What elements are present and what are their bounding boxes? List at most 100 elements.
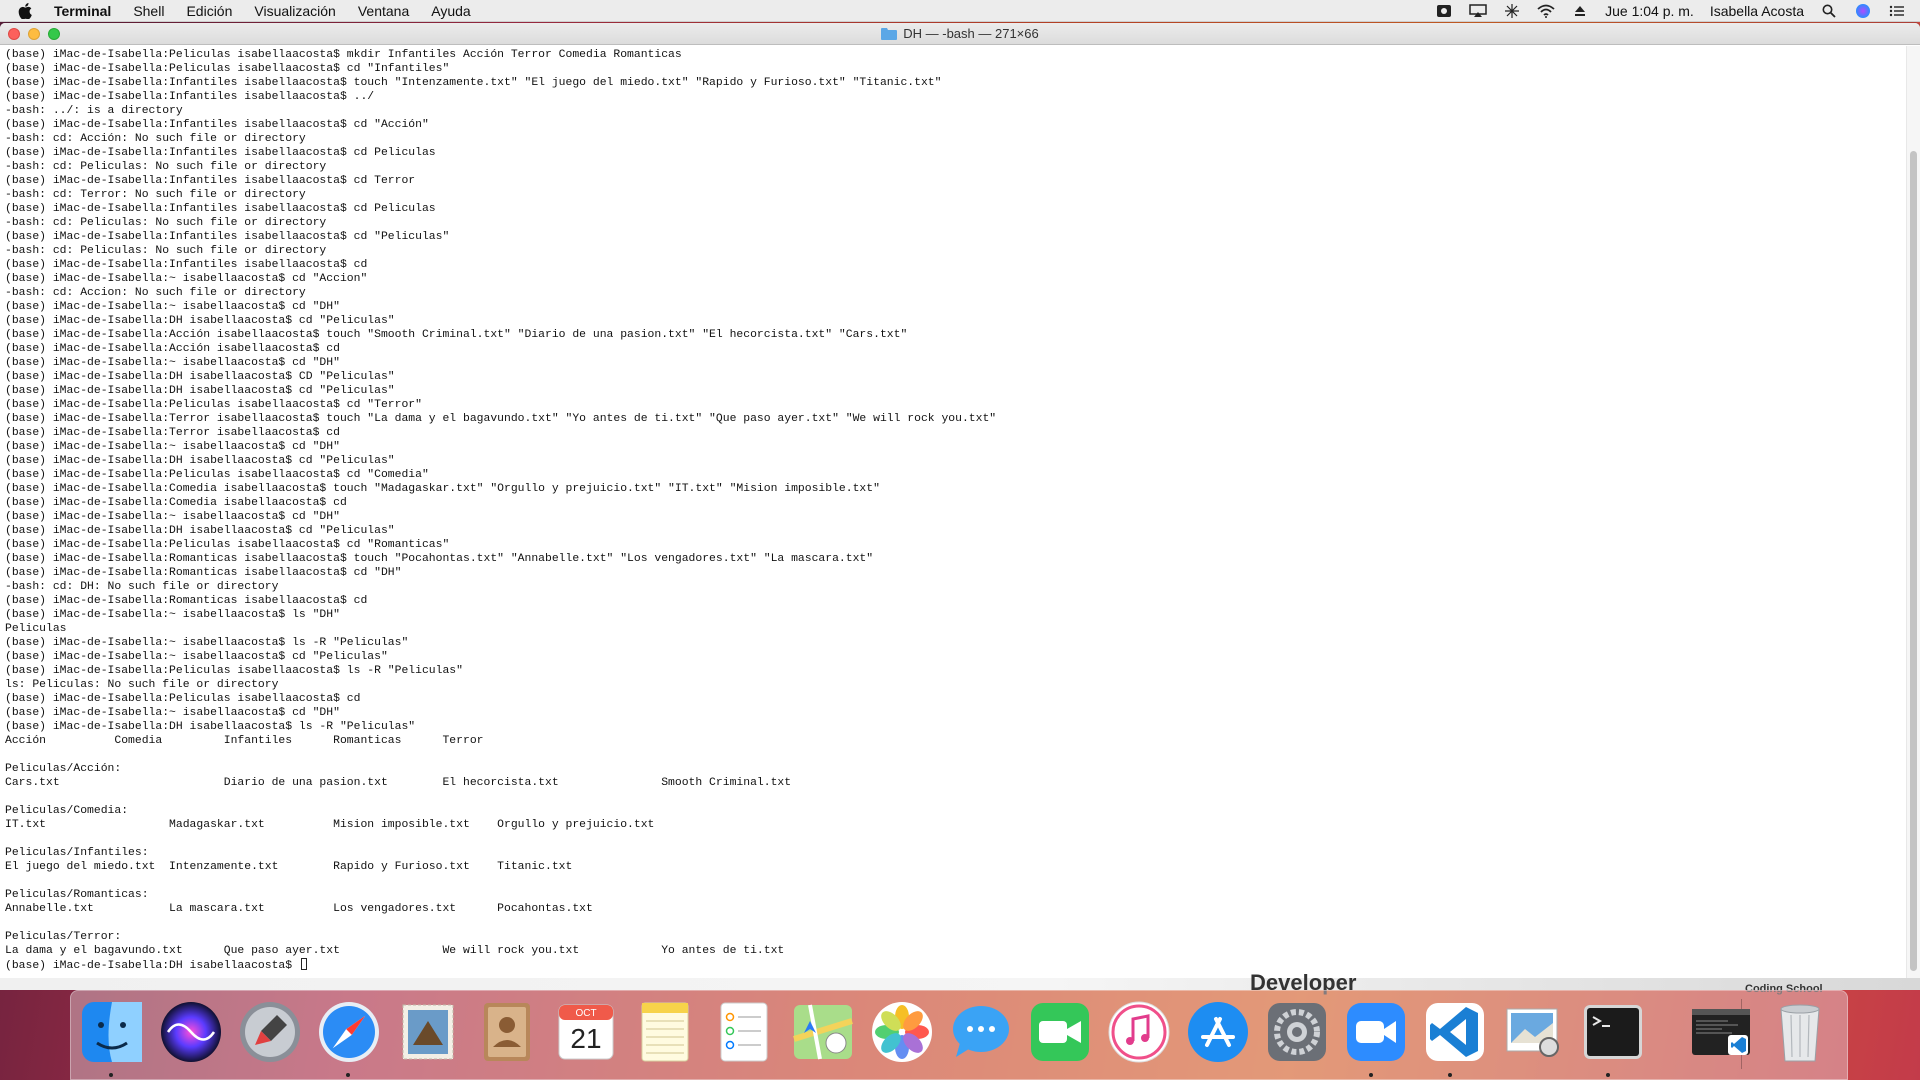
network-status-icon[interactable] xyxy=(1503,3,1521,19)
terminal-line: (base) iMac-de-Isabella:Peliculas isabel… xyxy=(5,693,361,705)
terminal-line: -bash: cd: DH: No such file or directory xyxy=(5,581,279,593)
menu-shell[interactable]: Shell xyxy=(133,3,164,19)
terminal-window-icon[interactable] xyxy=(1688,999,1754,1065)
calendar-day: 21 xyxy=(570,1023,602,1054)
folder-icon xyxy=(881,27,898,40)
menubar-user[interactable]: Isabella Acosta xyxy=(1710,3,1804,19)
terminal-line: (base) iMac-de-Isabella:Terror isabellaa… xyxy=(5,413,997,425)
terminal-line: (base) iMac-de-Isabella:Peliculas isabel… xyxy=(5,469,429,481)
terminal-line: (base) iMac-de-Isabella:~ isabellaacosta… xyxy=(5,651,388,663)
terminal-line: (base) iMac-de-Isabella:~ isabellaacosta… xyxy=(5,441,340,453)
preview-icon[interactable] xyxy=(1501,999,1567,1065)
terminal-line: -bash: cd: Acción: No such file or direc… xyxy=(5,133,306,145)
itunes-icon[interactable] xyxy=(1106,999,1172,1065)
terminal-line: (base) iMac-de-Isabella:Terror isabellaa… xyxy=(5,427,340,439)
minimize-window-button[interactable] xyxy=(28,28,40,40)
maximize-window-button[interactable] xyxy=(48,28,60,40)
terminal-line: Peliculas/Infantiles: xyxy=(5,847,149,859)
terminal-line: (base) iMac-de-Isabella:DH isabellaacost… xyxy=(5,721,416,733)
facetime-icon[interactable] xyxy=(1027,999,1093,1065)
siri-menubar-icon[interactable] xyxy=(1854,3,1872,19)
menu-ventana[interactable]: Ventana xyxy=(358,3,409,19)
terminal-line: (base) iMac-de-Isabella:Peliculas isabel… xyxy=(5,63,450,75)
terminal-line: (base) iMac-de-Isabella:~ isabellaacosta… xyxy=(5,273,368,285)
terminal-line: Annabelle.txt La mascara.txt Los vengado… xyxy=(5,903,593,915)
background-window-strip xyxy=(0,978,1920,990)
terminal-line: (base) iMac-de-Isabella:Peliculas isabel… xyxy=(5,49,682,61)
system-preferences-icon[interactable] xyxy=(1264,999,1330,1065)
terminal-line: (base) iMac-de-Isabella:~ isabellaacosta… xyxy=(5,511,340,523)
terminal-line: (base) iMac-de-Isabella:~ isabellaacosta… xyxy=(5,609,340,621)
terminal-line: (base) iMac-de-Isabella:Romanticas isabe… xyxy=(5,567,402,579)
apple-menu-icon[interactable] xyxy=(18,2,36,20)
terminal-line: (base) iMac-de-Isabella:DH isabellaacost… xyxy=(5,525,395,537)
menu-bar: Terminal Shell Edición Visualización Ven… xyxy=(0,0,1920,22)
terminal-line: (base) iMac-de-Isabella:Romanticas isabe… xyxy=(5,553,874,565)
wifi-icon[interactable] xyxy=(1537,3,1555,19)
calendar-month: OCT xyxy=(575,1008,597,1019)
calendar-icon[interactable]: OCT 21 xyxy=(553,999,619,1065)
terminal-line: ls: Peliculas: No such file or directory xyxy=(5,679,279,691)
terminal-scrollbar[interactable] xyxy=(1906,46,1920,978)
terminal-line: (base) iMac-de-Isabella:~ isabellaacosta… xyxy=(5,637,409,649)
spotlight-search-icon[interactable] xyxy=(1820,3,1838,19)
terminal-line: Peliculas/Acción: xyxy=(5,763,122,775)
terminal-line: (base) iMac-de-Isabella:Infantiles isabe… xyxy=(5,91,375,103)
terminal-line: (base) iMac-de-Isabella:Peliculas isabel… xyxy=(5,539,450,551)
contacts-icon[interactable] xyxy=(474,999,540,1065)
maps-icon[interactable] xyxy=(790,999,856,1065)
menu-app-name[interactable]: Terminal xyxy=(54,3,111,19)
safari-icon[interactable] xyxy=(316,999,382,1065)
terminal-icon[interactable] xyxy=(1580,999,1646,1065)
terminal-line: Peliculas/Romanticas: xyxy=(5,889,149,901)
scrollbar-thumb[interactable] xyxy=(1910,151,1917,971)
zoom-running-indicator xyxy=(1369,1073,1373,1077)
launchpad-icon[interactable] xyxy=(237,999,303,1065)
mail-icon[interactable] xyxy=(395,999,461,1065)
messages-icon[interactable] xyxy=(948,999,1014,1065)
notification-center-icon[interactable] xyxy=(1888,3,1906,19)
vscode-running-indicator xyxy=(1448,1073,1452,1077)
terminal-line: (base) iMac-de-Isabella:Peliculas isabel… xyxy=(5,665,463,677)
terminal-line: (base) iMac-de-Isabella:~ isabellaacosta… xyxy=(5,707,340,719)
terminal-line: (base) iMac-de-Isabella:DH isabellaacost… xyxy=(5,315,395,327)
terminal-prompt-line[interactable]: (base) iMac-de-Isabella:DH isabellaacost… xyxy=(5,958,1901,972)
terminal-line: -bash: cd: Terror: No such file or direc… xyxy=(5,189,306,201)
notes-icon[interactable] xyxy=(632,999,698,1065)
eject-icon[interactable] xyxy=(1571,3,1589,19)
terminal-line: IT.txt Madagaskar.txt Mision imposible.t… xyxy=(5,819,655,831)
photos-icon[interactable] xyxy=(869,999,935,1065)
reminders-icon[interactable] xyxy=(711,999,777,1065)
terminal-line: (base) iMac-de-Isabella:Romanticas isabe… xyxy=(5,595,368,607)
terminal-running-indicator xyxy=(1606,1073,1610,1077)
terminal-line: (base) iMac-de-Isabella:Infantiles isabe… xyxy=(5,77,942,89)
terminal-line: (base) iMac-de-Isabella:Infantiles isabe… xyxy=(5,175,416,187)
menubar-clock[interactable]: Jue 1:04 p. m. xyxy=(1605,3,1694,19)
app-store-icon[interactable] xyxy=(1185,999,1251,1065)
terminal-line: -bash: ../: is a directory xyxy=(5,105,183,117)
vscode-icon[interactable] xyxy=(1422,999,1488,1065)
siri-icon[interactable] xyxy=(158,999,224,1065)
terminal-line: Cars.txt Diario de una pasion.txt El hec… xyxy=(5,777,792,789)
trash-icon[interactable] xyxy=(1767,999,1833,1065)
window-titlebar[interactable]: DH — -bash — 271×66 xyxy=(0,23,1920,45)
terminal-line: (base) iMac-de-Isabella:Infantiles isabe… xyxy=(5,203,436,215)
zoom-icon[interactable] xyxy=(1343,999,1409,1065)
terminal-line: (base) iMac-de-Isabella:Acción isabellaa… xyxy=(5,329,908,341)
terminal-line: (base) iMac-de-Isabella:Infantiles isabe… xyxy=(5,147,436,159)
terminal-line: (base) iMac-de-Isabella:Comedia isabella… xyxy=(5,483,880,495)
dock: OCT 21 xyxy=(70,990,1848,1080)
menu-visualizacion[interactable]: Visualización xyxy=(254,3,335,19)
menu-ayuda[interactable]: Ayuda xyxy=(431,3,470,19)
terminal-line: -bash: cd: Peliculas: No such file or di… xyxy=(5,217,327,229)
airplay-icon[interactable] xyxy=(1469,3,1487,19)
terminal-output[interactable]: (base) iMac-de-Isabella:Peliculas isabel… xyxy=(0,46,1906,978)
finder-icon[interactable] xyxy=(79,999,145,1065)
screen-record-icon[interactable] xyxy=(1435,3,1453,19)
menu-edicion[interactable]: Edición xyxy=(186,3,232,19)
close-window-button[interactable] xyxy=(8,28,20,40)
